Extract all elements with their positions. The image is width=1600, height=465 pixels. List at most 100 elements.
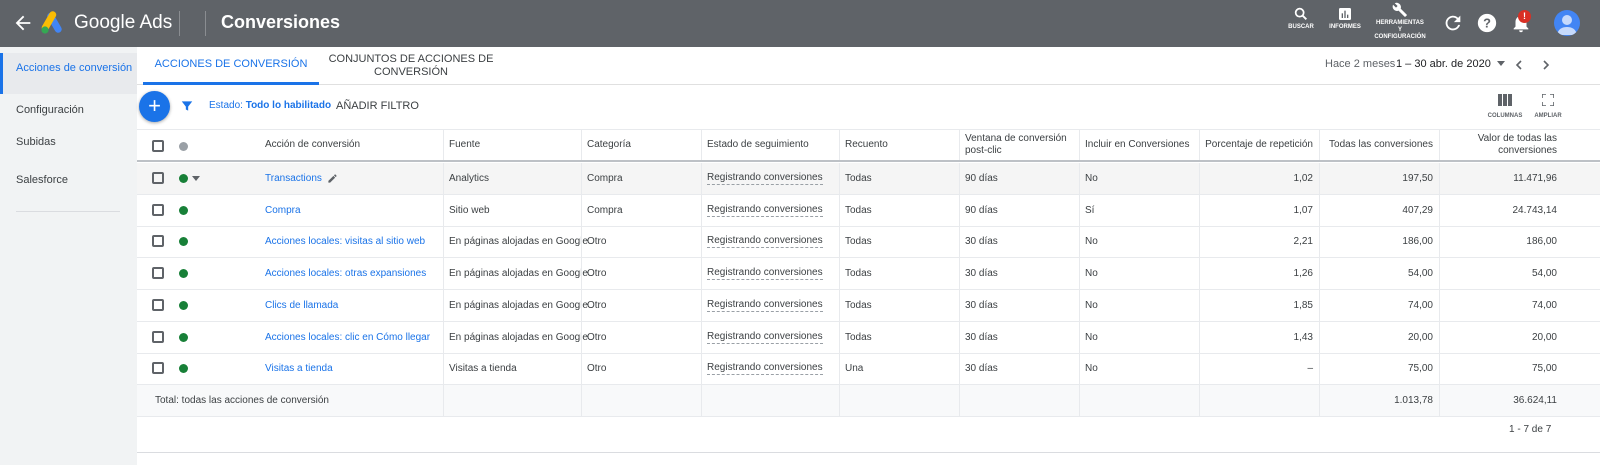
header-conversion-action[interactable]: Acción de conversión — [259, 130, 443, 160]
header-click-window[interactable]: Ventana de conversión post-clic — [959, 130, 1079, 160]
back-arrow-icon[interactable] — [12, 12, 34, 34]
select-all-checkbox[interactable] — [152, 140, 164, 152]
sidebar-item-label: Salesforce — [16, 174, 68, 186]
conversion-action-name-cell: Visitas a tienda — [259, 353, 443, 384]
chevron-left-icon[interactable] — [1511, 57, 1527, 73]
conversion-action-link[interactable]: Acciones locales: visitas al sitio web — [265, 236, 425, 247]
status-enabled-dot[interactable] — [179, 300, 188, 310]
cell-source: Visitas a tienda — [443, 353, 581, 384]
tab-conversion-actions[interactable]: Acciones de conversión — [143, 47, 319, 85]
conversion-action-link[interactable]: Acciones locales: clic en Cómo llegar — [265, 332, 430, 343]
sidebar-item-salesforce[interactable]: Salesforce — [0, 174, 137, 186]
conversion-action-name-cell: Acciones locales: clic en Cómo llegar — [259, 322, 443, 353]
cell-repeat-value: 1,26 — [1293, 268, 1313, 280]
cell-include: No — [1079, 353, 1199, 384]
cell-status-value[interactable]: Registrando conversiones — [707, 235, 823, 249]
tab-conversion-action-sets[interactable]: Conjuntos de acciones de conversión — [325, 47, 497, 85]
table-row[interactable]: Compra Sitio web Compra Registrando convers… — [137, 194, 1600, 227]
add-conversion-button[interactable]: + — [139, 91, 170, 122]
tools-settings-button[interactable]: HERRAMIENTAS Y CONFIGURACIÓN — [1374, 2, 1426, 41]
cell-source-value: En páginas alojadas en Google — [449, 299, 588, 311]
user-icon — [1557, 15, 1577, 35]
cell-window: 30 días — [959, 258, 1079, 289]
cell-include-value: No — [1085, 173, 1098, 184]
row-checkbox[interactable] — [152, 330, 164, 343]
row-checkbox[interactable] — [152, 362, 164, 375]
status-dropdown-icon[interactable] — [192, 176, 200, 182]
cell-value: 11.471,96 — [1439, 163, 1563, 194]
conversion-action-link[interactable]: Acciones locales: otras expansiones — [265, 268, 426, 279]
table-row[interactable]: Transactions Analytics Compra Registrando c… — [137, 163, 1600, 195]
filter-icon[interactable] — [180, 99, 194, 113]
cell-window: 30 días — [959, 290, 1079, 321]
header-count[interactable]: Recuento — [839, 130, 959, 160]
cell-status-value[interactable]: Registrando conversiones — [707, 267, 823, 281]
help-icon[interactable]: ? — [1476, 12, 1498, 34]
edit-pencil-icon[interactable] — [327, 173, 338, 184]
date-range-selector[interactable]: 1 – 30 abr. de 2020 — [1396, 58, 1491, 70]
conversion-action-link[interactable]: Compra — [265, 205, 301, 216]
refresh-icon[interactable] — [1442, 12, 1464, 34]
reports-tool-button[interactable]: INFORMES — [1319, 6, 1371, 31]
status-enabled-dot[interactable] — [179, 237, 188, 247]
cell-include-value: No — [1085, 268, 1098, 280]
header-tracking-status[interactable]: Estado de seguimiento — [701, 130, 839, 160]
cell-value-value: 20,00 — [1531, 331, 1557, 343]
cell-include: No — [1079, 163, 1199, 194]
date-dropdown-caret-icon[interactable] — [1497, 61, 1505, 66]
table-row[interactable]: Visitas a tienda Visitas a tienda Otro Regi… — [137, 353, 1600, 386]
cell-status: Registrando conversiones — [701, 353, 839, 384]
header-category[interactable]: Categoría — [581, 130, 701, 160]
table-row[interactable]: Acciones locales: visitas al sitio web En… — [137, 226, 1600, 259]
table-row[interactable]: Clics de llamada En páginas alojadas en G… — [137, 289, 1600, 322]
conversion-action-link[interactable]: Visitas a tienda — [265, 363, 333, 374]
cell-window-value: 30 días — [965, 299, 998, 311]
row-checkbox[interactable] — [152, 235, 164, 248]
table-row[interactable]: Acciones locales: otras expansiones En pá… — [137, 258, 1600, 291]
expand-button[interactable]: AMPLIAR — [1526, 93, 1570, 119]
header-all-conv-value[interactable]: Valor de todas las conversiones — [1439, 130, 1563, 160]
conversion-action-link[interactable]: Clics de llamada — [265, 300, 338, 311]
header-repeat-rate[interactable]: Porcentaje de repetición — [1199, 130, 1319, 160]
row-checkbox[interactable] — [152, 298, 164, 311]
cell-repeat: 1,07 — [1199, 195, 1319, 226]
columns-button[interactable]: COLUMNAS — [1483, 93, 1527, 119]
cell-status-value[interactable]: Registrando conversiones — [707, 362, 823, 376]
cell-repeat: 2,21 — [1199, 226, 1319, 257]
status-enabled-dot[interactable] — [179, 205, 188, 215]
table-row[interactable]: Acciones locales: clic en Cómo llegar En … — [137, 321, 1600, 354]
cell-include-value: No — [1085, 331, 1098, 343]
status-enabled-dot[interactable] — [179, 332, 188, 342]
sidebar-item-settings[interactable]: Configuración — [0, 104, 137, 116]
cell-category-value: Compra — [587, 204, 623, 216]
row-checkbox[interactable] — [152, 203, 164, 216]
table-header-row: Acción de conversión Fuente Categoría Es… — [137, 129, 1600, 162]
header-all-conversions[interactable]: Todas las conversiones — [1319, 130, 1439, 160]
sidebar-item-conversion-actions[interactable]: Acciones de conversión — [0, 53, 137, 94]
row-checkbox[interactable] — [152, 267, 164, 280]
google-ads-logo[interactable] — [40, 11, 66, 35]
status-enabled-dot[interactable] — [179, 269, 188, 279]
chevron-right-icon[interactable] — [1538, 57, 1554, 73]
status-filter-chip[interactable]: Estado: Todo lo habilitado — [209, 100, 331, 111]
pagination-label: 1 - 7 de 7 — [1509, 424, 1552, 435]
cell-status-value[interactable]: Registrando conversiones — [707, 172, 823, 185]
cell-all-conv-value: 54,00 — [1407, 268, 1433, 280]
add-filter-button[interactable]: Añadir filtro — [336, 100, 419, 112]
cell-status: Registrando conversiones — [701, 258, 839, 289]
cell-status: Registrando conversiones — [701, 195, 839, 226]
cell-status-value[interactable]: Registrando conversiones — [707, 331, 823, 344]
header-include-conversions[interactable]: Incluir en Conversiones — [1079, 130, 1199, 160]
cell-all-conv-value: 186,00 — [1402, 236, 1433, 248]
status-enabled-dot[interactable] — [179, 174, 188, 183]
cell-status-value[interactable]: Registrando conversiones — [707, 204, 823, 217]
status-enabled-dot[interactable] — [179, 364, 188, 374]
header-source[interactable]: Fuente — [443, 130, 581, 160]
conversion-action-link[interactable]: Transactions — [265, 173, 322, 184]
user-avatar[interactable] — [1554, 10, 1580, 36]
cell-value-value: 186,00 — [1526, 236, 1557, 248]
sidebar-item-uploads[interactable]: Subidas — [0, 136, 137, 148]
cell-status-value[interactable]: Registrando conversiones — [707, 299, 823, 312]
cell-source: En páginas alojadas en Google — [443, 290, 588, 321]
row-checkbox[interactable] — [152, 172, 164, 184]
